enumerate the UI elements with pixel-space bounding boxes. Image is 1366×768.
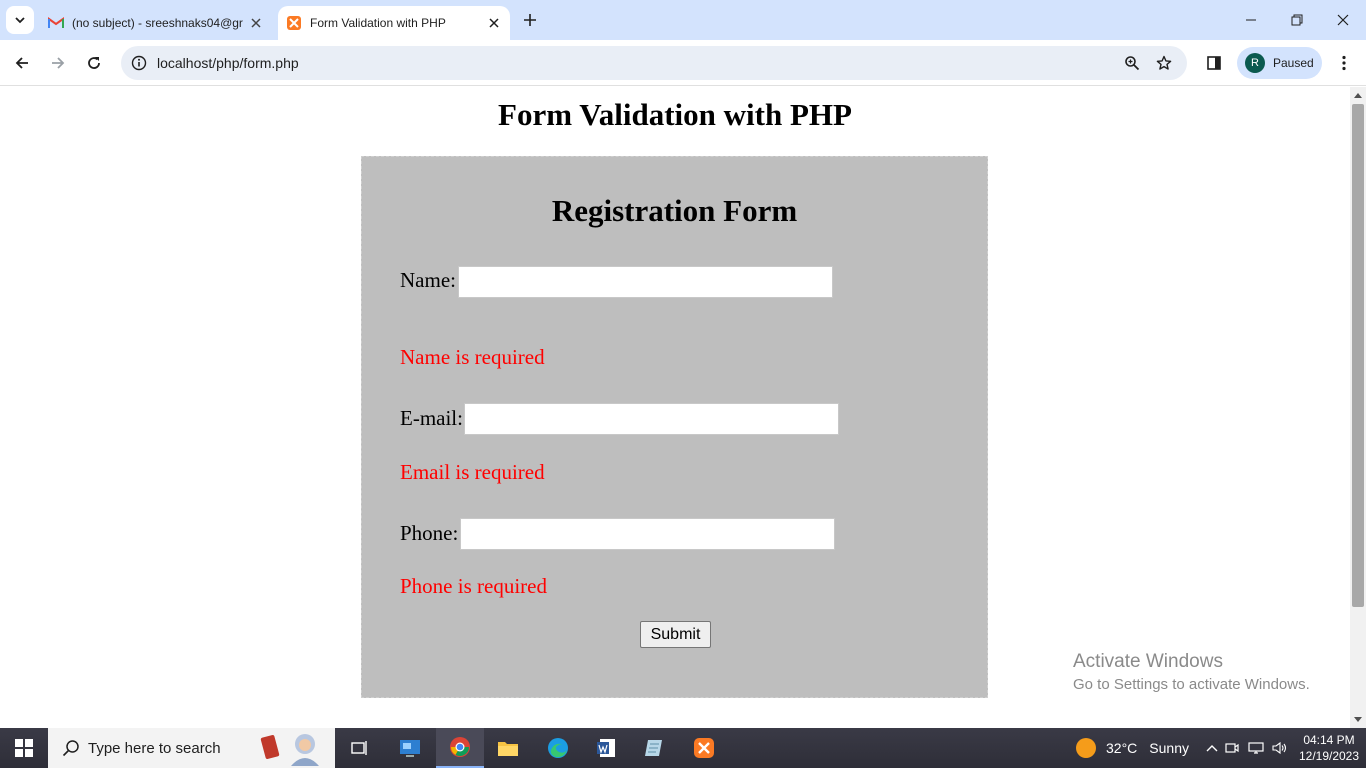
page-scrollbar[interactable]	[1350, 87, 1366, 728]
reload-button[interactable]	[80, 49, 108, 77]
windows-logo-icon	[15, 739, 33, 757]
clock-time: 04:14 PM	[1303, 733, 1355, 747]
url-text[interactable]: localhost/php/form.php	[157, 55, 299, 71]
search-placeholder: Type here to search	[88, 739, 221, 757]
avatar: R	[1245, 53, 1265, 73]
bookmark-star-icon[interactable]	[1153, 52, 1175, 74]
profile-button[interactable]: R Paused	[1237, 47, 1322, 79]
taskbar-app-edge[interactable]	[534, 728, 582, 768]
close-window-button[interactable]	[1320, 0, 1366, 40]
taskbar-app-xampp[interactable]	[680, 728, 728, 768]
plus-icon	[524, 14, 536, 26]
word-icon	[597, 739, 615, 757]
phone-input[interactable]	[460, 518, 835, 550]
tab-strip: (no subject) - sreeshnaks04@gr Form Vali…	[0, 0, 1366, 40]
clock-date: 12/19/2023	[1298, 749, 1360, 763]
weather-temp: 32°C	[1106, 740, 1138, 756]
close-tab-icon[interactable]	[484, 13, 504, 33]
scrollbar-thumb[interactable]	[1352, 104, 1364, 607]
taskbar-clock[interactable]: 04:14 PM 12/19/2023	[1296, 732, 1362, 764]
sun-icon	[1076, 738, 1096, 758]
forward-arrow-icon	[52, 57, 65, 69]
side-panel-icon	[1207, 56, 1221, 70]
reload-icon	[88, 57, 100, 69]
name-error: Name is required	[400, 345, 545, 369]
start-button[interactable]	[0, 728, 48, 768]
site-info-icon[interactable]	[127, 51, 151, 75]
submit-button[interactable]: Submit	[640, 621, 711, 648]
new-tab-button[interactable]	[518, 8, 542, 32]
minimize-button[interactable]	[1228, 0, 1274, 40]
browser-toolbar: localhost/php/form.php R Paused	[0, 40, 1366, 86]
restore-icon	[1291, 14, 1303, 26]
forward-button[interactable]	[44, 49, 72, 77]
xampp-icon	[694, 738, 714, 758]
taskbar-app-chrome[interactable]	[436, 728, 484, 768]
xampp-icon	[286, 15, 302, 31]
activate-windows-title: Activate Windows	[1073, 651, 1223, 672]
email-error: Email is required	[400, 460, 545, 484]
registration-form: Registration Form Name: Name is required…	[361, 156, 988, 698]
phone-error: Phone is required	[400, 574, 547, 598]
weather-text: Sunny	[1149, 740, 1189, 756]
taskbar-app-word[interactable]	[582, 728, 630, 768]
task-view-icon	[351, 741, 367, 755]
phone-label: Phone:	[400, 521, 459, 545]
close-icon	[1337, 14, 1349, 26]
tab-title: Form Validation with PHP	[310, 16, 446, 30]
tab-title: (no subject) - sreeshnaks04@gr	[72, 16, 243, 30]
search-highlight-illustration-icon	[260, 734, 319, 766]
search-icon	[62, 739, 80, 757]
email-label: E-mail:	[400, 406, 463, 430]
show-hidden-icons-chevron-icon[interactable]	[1204, 744, 1220, 752]
chrome-icon	[450, 737, 470, 757]
kebab-menu-icon	[1342, 55, 1346, 71]
meet-now-icon[interactable]	[1220, 741, 1244, 755]
network-icon[interactable]	[1244, 741, 1268, 755]
tab-search-button[interactable]	[6, 6, 34, 34]
email-input[interactable]	[464, 403, 839, 435]
page-title: Form Validation with PHP	[498, 97, 852, 132]
taskbar-app-file-explorer[interactable]	[484, 728, 532, 768]
name-input[interactable]	[458, 266, 833, 298]
tab-gmail[interactable]: (no subject) - sreeshnaks04@gr	[40, 6, 272, 40]
tab-form-validation[interactable]: Form Validation with PHP	[278, 6, 510, 40]
close-tab-icon[interactable]	[246, 13, 266, 33]
form-heading: Registration Form	[551, 193, 798, 228]
address-bar[interactable]: localhost/php/form.php	[121, 46, 1187, 80]
chevron-down-icon	[15, 17, 25, 24]
weather-widget[interactable]: 32°C Sunny	[1076, 728, 1189, 768]
folder-icon	[498, 742, 518, 756]
system-tray	[1204, 728, 1292, 768]
side-panel-button[interactable]	[1200, 49, 1228, 77]
name-label: Name:	[400, 268, 456, 292]
scroll-down-arrow-icon[interactable]	[1350, 712, 1366, 728]
restore-button[interactable]	[1274, 0, 1320, 40]
back-arrow-icon	[15, 57, 28, 69]
taskbar-app-notes[interactable]	[630, 728, 678, 768]
menu-button[interactable]	[1330, 49, 1358, 77]
taskbar-search-box[interactable]: Type here to search	[48, 728, 335, 768]
gmail-icon	[48, 15, 64, 31]
windows-taskbar: Type here to search 32°C Sunny 04:14 PM …	[0, 728, 1366, 768]
taskbar-app-desktop[interactable]	[386, 728, 434, 768]
page-viewport: Form Validation with PHP Registration Fo…	[0, 87, 1350, 728]
minimize-icon	[1246, 19, 1256, 21]
notes-icon	[645, 740, 662, 756]
edge-icon	[548, 738, 568, 758]
task-view-button[interactable]	[336, 728, 384, 768]
profile-status: Paused	[1273, 56, 1314, 70]
scroll-up-arrow-icon[interactable]	[1350, 87, 1366, 103]
back-button[interactable]	[8, 49, 36, 77]
desktop-app-icon	[400, 740, 420, 757]
zoom-icon[interactable]	[1121, 52, 1143, 74]
activate-windows-subtitle: Go to Settings to activate Windows.	[1073, 676, 1310, 693]
volume-icon[interactable]	[1268, 741, 1292, 755]
